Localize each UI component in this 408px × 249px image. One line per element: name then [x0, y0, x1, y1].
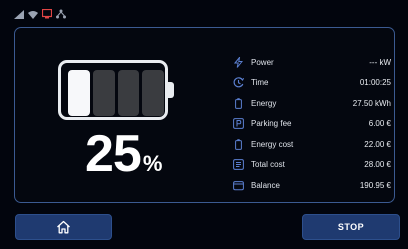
- battery-icon: [231, 137, 245, 151]
- session-info-list: Power --- kW Time 01:00:25 Energy 27.50 …: [231, 52, 391, 196]
- info-row-power: Power --- kW: [231, 52, 391, 73]
- info-value: 190.95 €: [359, 180, 391, 190]
- info-label: Power: [251, 57, 274, 67]
- info-row-time: Time 01:00:25: [231, 73, 391, 94]
- info-row-total-cost: Total cost 28.00 €: [231, 155, 391, 176]
- wifi-icon: [28, 10, 38, 19]
- info-value: 27.50 kWh: [352, 98, 391, 108]
- battery-icon: [231, 96, 245, 110]
- battery-level-indicator: [58, 60, 176, 120]
- signal-icon: [14, 9, 24, 19]
- stop-button-label: STOP: [337, 222, 365, 232]
- info-row-energy-cost: Energy cost 22.00 €: [231, 134, 391, 155]
- receipt-icon: [231, 158, 245, 172]
- battery-cell: [68, 70, 90, 116]
- info-label: Time: [251, 78, 269, 88]
- charging-panel: 25 % Power --- kW Time 01:00:25 Energy 2…: [14, 27, 395, 203]
- clock-icon: [231, 76, 245, 90]
- status-bar: [14, 8, 66, 20]
- charge-percentage: 25 %: [85, 128, 162, 184]
- wallet-icon: [231, 178, 245, 192]
- lightning-icon: [231, 55, 245, 69]
- info-value: 28.00 €: [364, 160, 391, 170]
- info-value: --- kW: [369, 57, 391, 67]
- stop-button[interactable]: STOP: [302, 214, 400, 240]
- info-label: Balance: [251, 180, 280, 190]
- battery-cell: [92, 70, 115, 116]
- battery-cell: [142, 70, 164, 116]
- info-label: Energy cost: [251, 139, 294, 149]
- info-row-balance: Balance 190.95 €: [231, 175, 391, 196]
- battery-tip: [168, 82, 174, 98]
- charge-percent-unit: %: [142, 151, 163, 176]
- info-row-energy: Energy 27.50 kWh: [231, 93, 391, 114]
- alert-card-icon: [42, 9, 52, 19]
- network-icon: [56, 9, 66, 19]
- battery-shell: [58, 60, 168, 120]
- parking-icon: [231, 117, 245, 131]
- info-label: Energy: [251, 98, 277, 108]
- battery-cell: [117, 70, 140, 116]
- info-row-parking-fee: Parking fee 6.00 €: [231, 114, 391, 135]
- home-button[interactable]: [15, 214, 112, 240]
- info-value: 6.00 €: [368, 119, 391, 129]
- info-value: 01:00:25: [359, 78, 391, 88]
- info-label: Total cost: [251, 160, 285, 170]
- info-value: 22.00 €: [364, 139, 391, 149]
- charge-percent-value: 25: [85, 125, 142, 183]
- info-label: Parking fee: [251, 119, 292, 129]
- battery-cells: [68, 70, 164, 116]
- home-icon: [57, 220, 70, 234]
